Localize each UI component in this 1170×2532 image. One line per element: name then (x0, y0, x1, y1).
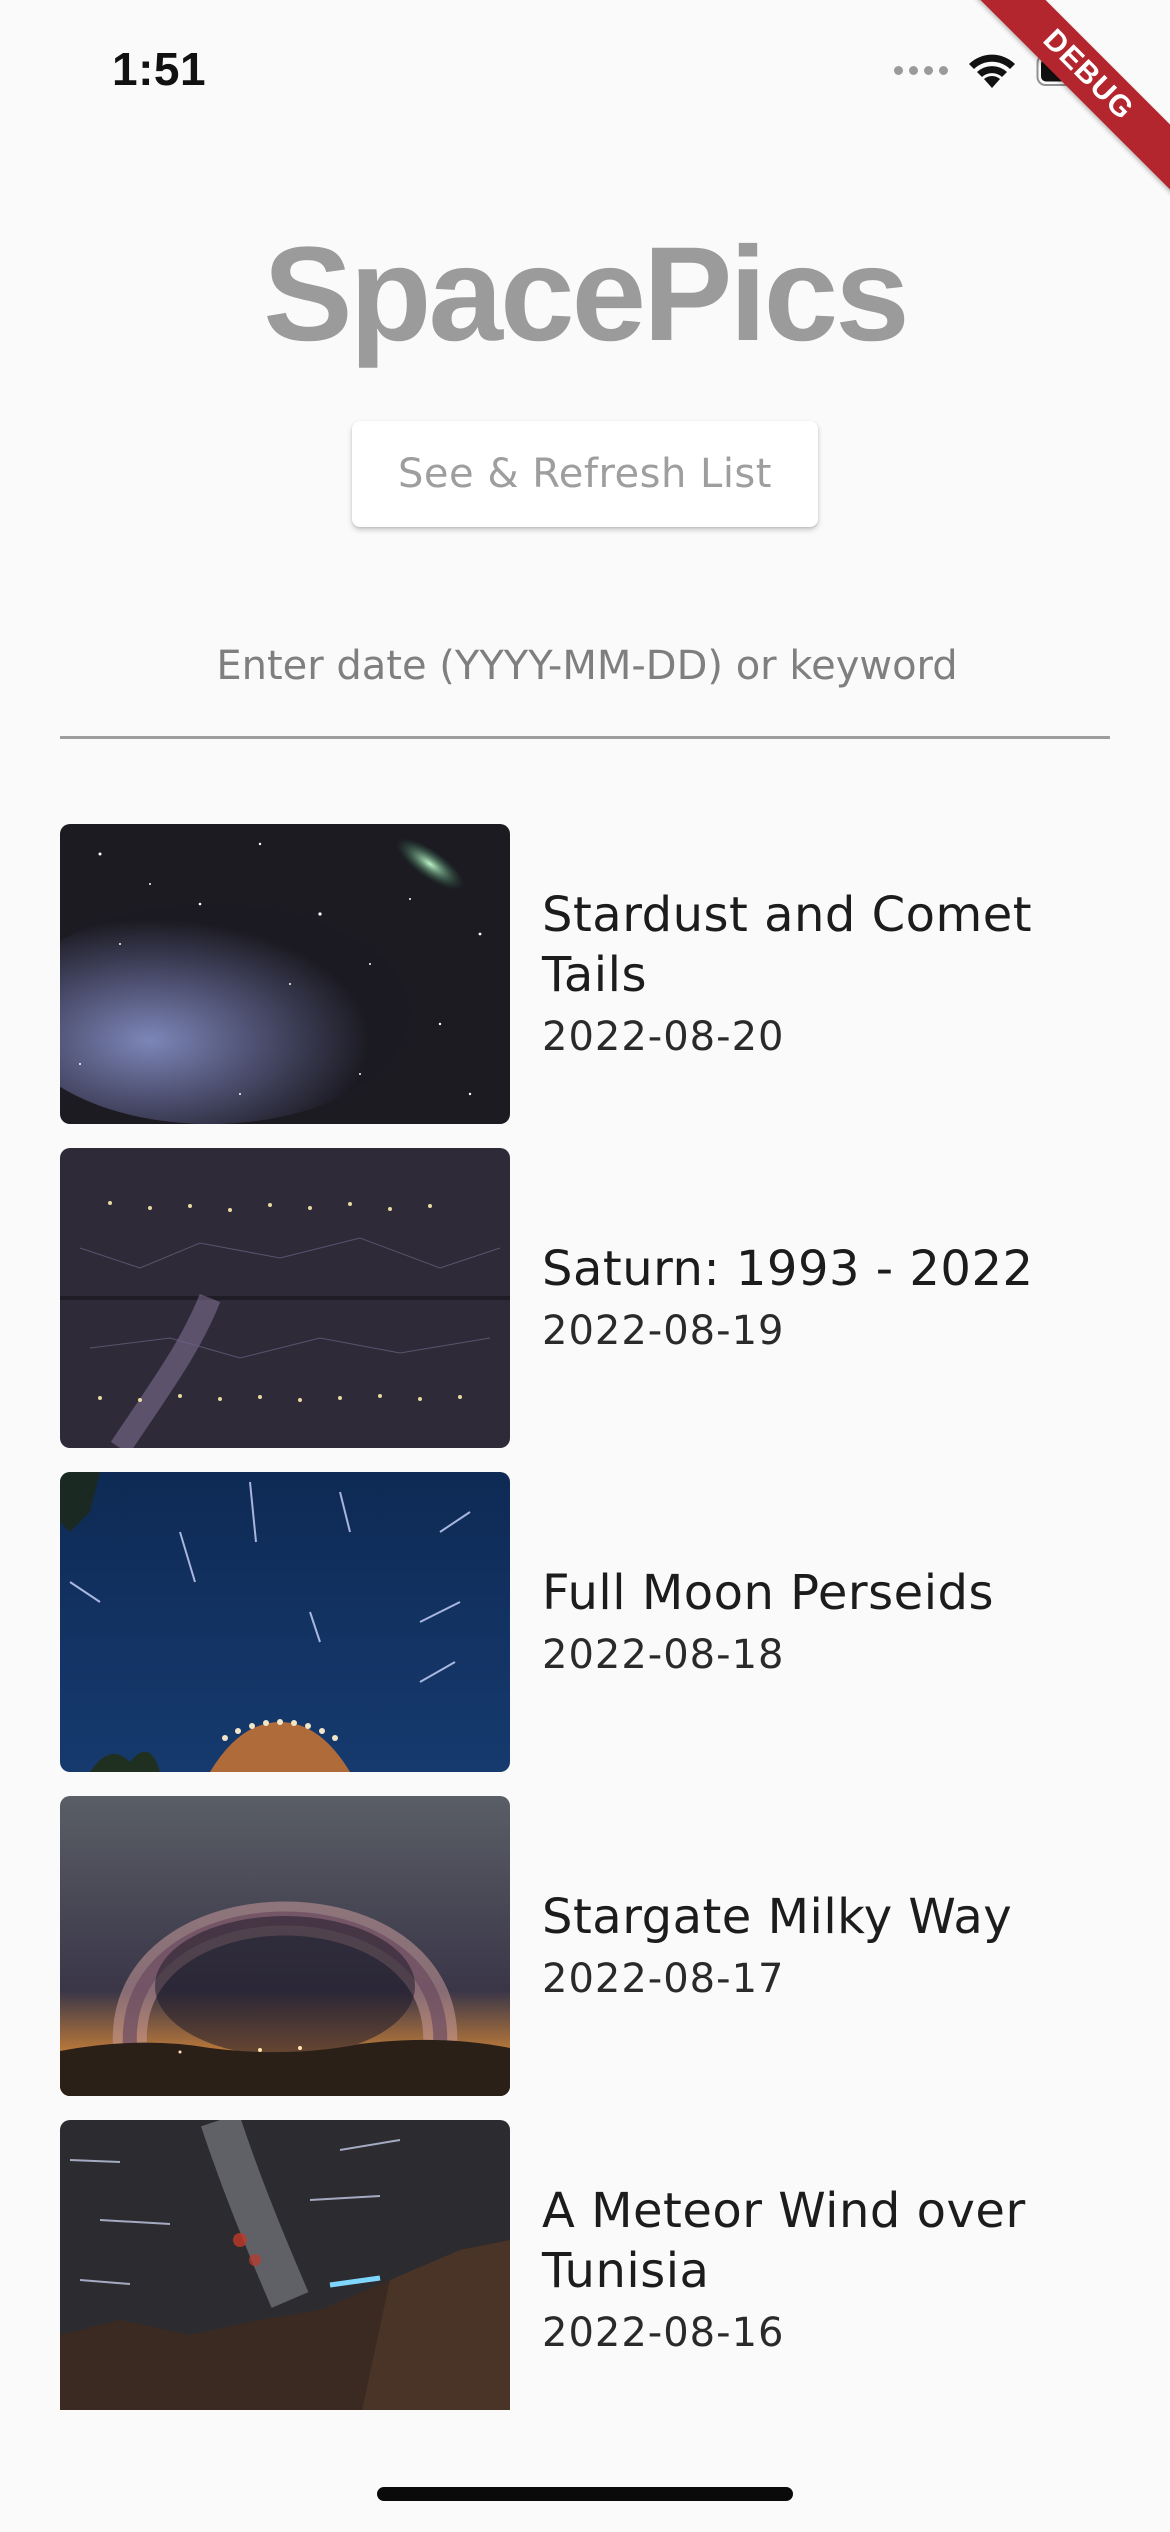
refresh-list-button-label: See & Refresh List (398, 451, 772, 497)
list-item-text: Saturn: 1993 - 2022 2022-08-19 (542, 1239, 1062, 1357)
list-item-text: Full Moon Perseids 2022-08-18 (542, 1563, 1062, 1681)
picture-date: 2022-08-17 (542, 1956, 785, 2002)
list-item-text: Stargate Milky Way 2022-08-17 (542, 1887, 1062, 2005)
search-field (60, 630, 1114, 739)
home-indicator[interactable] (377, 2487, 793, 2501)
picture-title: A Meteor Wind over Tunisia (542, 2183, 1026, 2299)
list-item-text: A Meteor Wind over Tunisia 2022-08-16 (542, 2181, 1062, 2359)
picture-date: 2022-08-19 (542, 1308, 785, 1354)
list-item[interactable]: Full Moon Perseids 2022-08-18 (60, 1472, 1170, 1772)
cellular-signal-icon (894, 65, 948, 75)
picture-title: Saturn: 1993 - 2022 (542, 1241, 1034, 1297)
picture-list[interactable]: Stardust and Comet Tails 2022-08-20 Satu… (60, 824, 1170, 2410)
list-item[interactable]: A Meteor Wind over Tunisia 2022-08-16 (60, 2120, 1170, 2410)
picture-date: 2022-08-20 (542, 1014, 785, 1060)
status-time: 1:51 (112, 43, 207, 95)
picture-title: Stardust and Comet Tails (542, 887, 1033, 1003)
refresh-list-button[interactable]: See & Refresh List (352, 421, 818, 527)
debug-banner: DEBUG (951, 0, 1170, 212)
thumbnail-image (60, 1796, 510, 2096)
thumbnail-image (60, 2120, 510, 2410)
picture-date: 2022-08-18 (542, 1632, 785, 1678)
list-item[interactable]: Stargate Milky Way 2022-08-17 (60, 1796, 1170, 2096)
thumbnail-image (60, 824, 510, 1124)
thumbnail-image (60, 1148, 510, 1448)
search-input[interactable] (60, 630, 1114, 702)
thumbnail-image (60, 1472, 510, 1772)
app-screen: 1:51 DEBUG SpacePics See & Refresh List (0, 0, 1170, 2532)
list-item[interactable]: Stardust and Comet Tails 2022-08-20 (60, 824, 1170, 1124)
picture-title: Stargate Milky Way (542, 1889, 1013, 1945)
picture-date: 2022-08-16 (542, 2310, 785, 2356)
picture-title: Full Moon Perseids (542, 1565, 995, 1621)
wifi-icon (969, 54, 1015, 88)
list-item-text: Stardust and Comet Tails 2022-08-20 (542, 885, 1062, 1063)
app-title: SpacePics (263, 220, 909, 369)
list-item[interactable]: Saturn: 1993 - 2022 2022-08-19 (60, 1148, 1170, 1448)
